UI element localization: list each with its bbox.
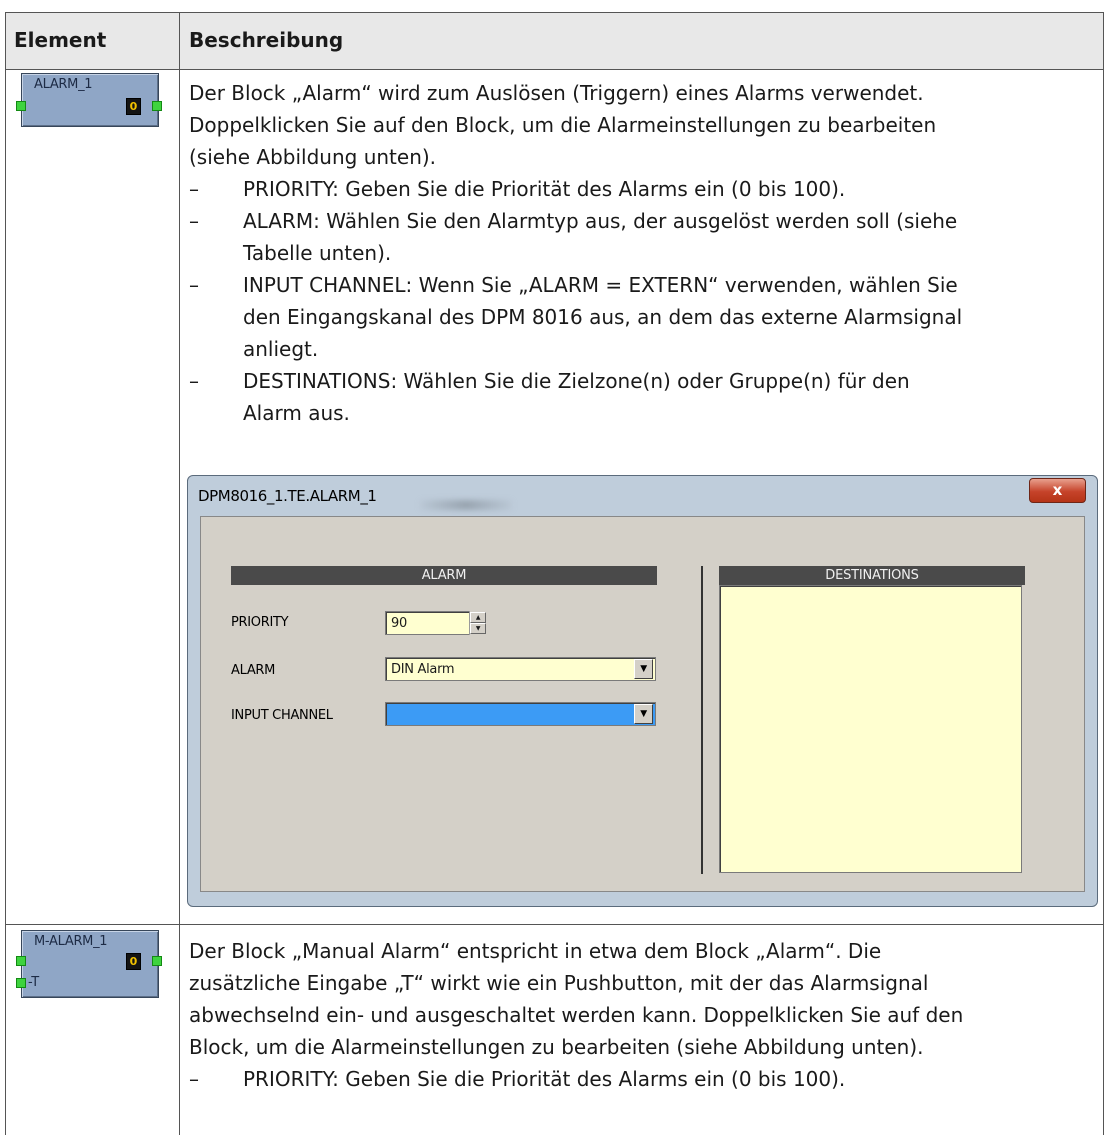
alarm-section-header: ALARM [231,566,657,585]
header-element-label: Element [14,28,107,52]
bullet-line: DESTINATIONS: Wählen Sie die Zielzone(n)… [243,369,910,393]
destinations-list[interactable] [719,585,1022,873]
bullet-line: anliegt. [243,337,319,361]
manual-alarm-block-title: M-ALARM_1 [34,934,108,949]
alarm-block-input-pin [16,101,26,111]
dialog-title-blur [420,500,512,510]
alarm-label: ALARM [231,663,276,678]
header-cell-element: Element [6,13,180,69]
alarm-block-output-pin [152,101,162,111]
row2-description: Der Block „Manual Alarm“ entspricht in e… [189,935,963,1063]
bullet-dash: – [189,273,199,297]
section-divider [701,566,703,874]
destinations-section-header: DESTINATIONS [719,566,1025,585]
bullet-text: PRIORITY: Geben Sie die Priorität des Al… [243,173,845,205]
input-channel-select[interactable]: ▼ [385,702,656,726]
bullet-line: ALARM: Wählen Sie den Alarmtyp aus, der … [243,209,958,233]
bullet-line: PRIORITY: Geben Sie die Priorität des Al… [243,1067,846,1091]
alarm-select-value: DIN Alarm [391,662,455,677]
spin-down-icon[interactable]: ▼ [470,623,486,634]
spin-up-icon[interactable]: ▲ [470,612,486,623]
alarm-settings-dialog: DPM8016_1.TE.ALARM_1 x ALARM PRIORITY 90… [187,475,1098,907]
bullet-text: INPUT CHANNEL: Wenn Sie „ALARM = EXTERN“… [243,269,962,365]
column-divider [179,69,180,1135]
bullet-dash: – [189,1067,199,1091]
dialog-client-area: ALARM PRIORITY 90 ▲ ▼ ALARM DIN Alarm ▼ … [200,516,1085,892]
manual-alarm-block-led: 0 [126,953,141,970]
row2-line: zusätzliche Eingabe „T“ wirkt wie ein Pu… [189,971,929,995]
dialog-close-button[interactable]: x [1029,478,1086,503]
table-header: Element Beschreibung [6,13,1103,70]
close-icon: x [1052,481,1063,499]
header-description-label: Beschreibung [189,28,344,52]
bullet-line: INPUT CHANNEL: Wenn Sie „ALARM = EXTERN“… [243,273,958,297]
input-channel-label: INPUT CHANNEL [231,708,333,723]
manual-alarm-input-pin [16,956,26,966]
bullet-text: ALARM: Wählen Sie den Alarmtyp aus, der … [243,205,957,269]
bullet-line: Alarm aus. [243,401,350,425]
bullet-line: Tabelle unten). [243,241,392,265]
priority-value: 90 [391,616,407,631]
alarm-block-led: 0 [126,98,141,115]
row1-line: Der Block „Alarm“ wird zum Auslösen (Tri… [189,81,924,105]
alarm-block-icon: ALARM_1 0 [16,73,162,127]
row1-line: Doppelklicken Sie auf den Block, um die … [189,113,937,137]
row1-line: (siehe Abbildung unten). [189,145,437,169]
row2-line: Der Block „Manual Alarm“ entspricht in e… [189,939,882,963]
alarm-select[interactable]: DIN Alarm ▼ [385,657,656,681]
bullet-line: PRIORITY: Geben Sie die Priorität des Al… [243,177,846,201]
manual-alarm-output-pin [152,956,162,966]
dialog-title: DPM8016_1.TE.ALARM_1 [198,487,377,505]
manual-alarm-trigger-pin [16,978,26,988]
row2-line: abwechselnd ein- und ausgeschaltet werde… [189,1003,964,1027]
row1-description: Der Block „Alarm“ wird zum Auslösen (Tri… [189,77,936,173]
chevron-down-icon[interactable]: ▼ [634,704,653,724]
chevron-down-icon[interactable]: ▼ [634,659,653,679]
row2-line: Block, um die Alarmeinstellungen zu bear… [189,1035,924,1059]
bullet-dash: – [189,209,199,233]
alarm-block-title: ALARM_1 [34,77,93,92]
manual-alarm-trigger-label: -T [28,975,39,990]
bullet-text: DESTINATIONS: Wählen Sie die Zielzone(n)… [243,365,910,429]
bullet-dash: – [189,177,199,201]
bullet-dash: – [189,369,199,393]
priority-label: PRIORITY [231,615,289,630]
priority-input[interactable]: 90 ▲ ▼ [385,611,487,635]
bullet-line: den Eingangskanal des DPM 8016 aus, an d… [243,305,963,329]
manual-alarm-block-icon: M-ALARM_1 0 -T [16,930,162,998]
row-divider [6,924,1103,925]
bullet-text: PRIORITY: Geben Sie die Priorität des Al… [243,1063,845,1095]
priority-spinner[interactable]: ▲ ▼ [469,611,487,635]
